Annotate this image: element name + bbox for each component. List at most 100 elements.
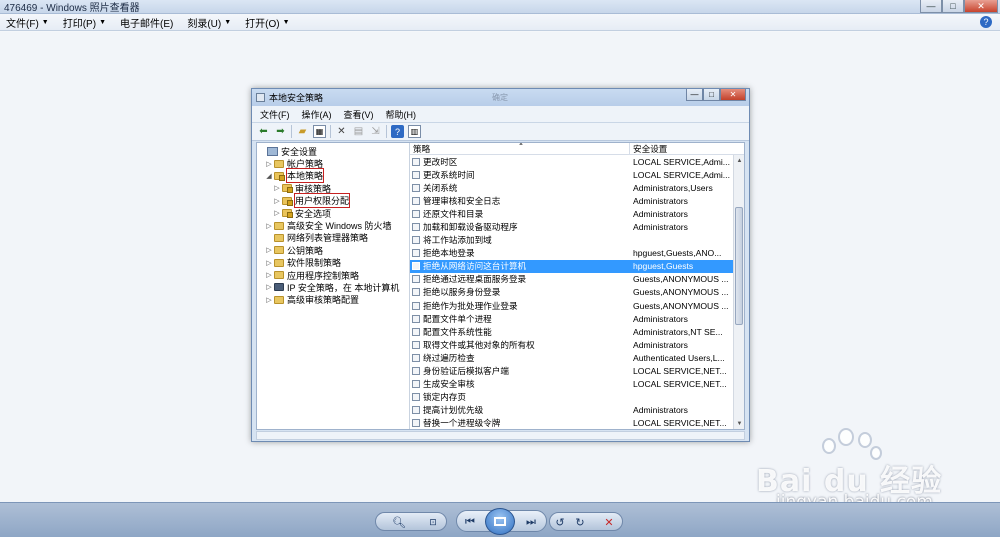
- policy-name: 将工作站添加到域: [423, 235, 492, 246]
- policy-row[interactable]: 更改系统时间 LOCAL SERVICE,Admi...: [410, 168, 737, 181]
- previous-icon[interactable]: ⏮: [461, 515, 479, 529]
- rotate-ccw-icon[interactable]: ↺: [552, 515, 568, 529]
- policy-row[interactable]: 还原文件和目录 Administrators: [410, 207, 737, 220]
- vertical-scrollbar[interactable]: ▲ ▼: [733, 155, 744, 429]
- chevron-down-icon: ▼: [99, 18, 106, 26]
- magnifier-icon[interactable]: 🔍︎: [388, 515, 410, 529]
- properties-icon[interactable]: ▤: [352, 125, 365, 138]
- policy-row[interactable]: 更改时区 LOCAL SERVICE,Admi...: [410, 155, 737, 168]
- viewer-menu-item[interactable]: 电子邮件(E): [120, 15, 173, 30]
- viewer-menu-item[interactable]: 文件(F) ▼: [6, 15, 49, 30]
- help-icon[interactable]: ?: [391, 125, 404, 138]
- policy-row[interactable]: 配置文件系统性能 Administrators,NT SE...: [410, 325, 737, 338]
- policy-row[interactable]: 取得文件或其他对象的所有权 Administrators: [410, 338, 737, 351]
- tree-item-label: 高级审核策略配置: [287, 295, 360, 306]
- policy-row[interactable]: 绕过遍历检查 Authenticated Users,L...: [410, 351, 737, 364]
- tree-item[interactable]: ▷ 帐户策略: [257, 157, 409, 169]
- policy-row[interactable]: 拒绝通过远程桌面服务登录 Guests,ANONYMOUS ...: [410, 273, 737, 286]
- tree-item[interactable]: ▷ 应用程序控制策略: [257, 269, 409, 281]
- menu-view[interactable]: 查看(V): [344, 108, 374, 121]
- tree-item[interactable]: ▷ 高级安全 Windows 防火墙: [257, 219, 409, 231]
- policy-name: 锁定内存页: [423, 392, 466, 403]
- policy-row[interactable]: 身份验证后模拟客户端 LOCAL SERVICE,NET...: [410, 365, 737, 378]
- policy-row[interactable]: 替换一个进程级令牌 LOCAL SERVICE,NET...: [410, 417, 737, 429]
- policy-row[interactable]: 配置文件单个进程 Administrators: [410, 312, 737, 325]
- maximize-button[interactable]: □: [942, 0, 964, 13]
- expand-arrow-icon[interactable]: ▷: [265, 246, 273, 254]
- policy-row[interactable]: 生成安全审核 LOCAL SERVICE,NET...: [410, 378, 737, 391]
- viewer-menu-item[interactable]: 打开(O) ▼: [245, 15, 289, 30]
- policy-row[interactable]: 提高计划优先级 Administrators: [410, 404, 737, 417]
- policy-row[interactable]: 关闭系统 Administrators,Users: [410, 181, 737, 194]
- policy-icon: [412, 223, 420, 232]
- tree-item[interactable]: ▷ 用户权限分配: [257, 193, 409, 209]
- tree-item[interactable]: ▷ 公钥策略: [257, 244, 409, 256]
- menu-action[interactable]: 操作(A): [302, 108, 332, 121]
- tree-item[interactable]: 网络列表管理器策略: [257, 232, 409, 244]
- expand-arrow-icon[interactable]: ▷: [273, 184, 281, 192]
- show-hide-tree-icon[interactable]: ▦: [313, 125, 326, 138]
- slideshow-button[interactable]: [485, 508, 515, 535]
- policy-name: 管理审核和安全日志: [423, 195, 501, 206]
- folder-lock-icon: [282, 184, 293, 194]
- inner-titlebar: 本地安全策略 确定 — □ ✕: [252, 89, 749, 106]
- expand-arrow-icon[interactable]: ▷: [265, 160, 273, 168]
- help-icon[interactable]: ?: [980, 16, 992, 28]
- tree-item[interactable]: ▷ 软件限制策略: [257, 257, 409, 269]
- menu-file[interactable]: 文件(F): [260, 108, 290, 121]
- tree-item[interactable]: ▷ IP 安全策略，在 本地计算机: [257, 281, 409, 293]
- chevron-down-icon: ▼: [224, 18, 232, 26]
- delete-icon[interactable]: ✕: [600, 515, 618, 529]
- close-button[interactable]: ✕: [964, 0, 998, 13]
- policy-row[interactable]: 拒绝作为批处理作业登录 Guests,ANONYMOUS ...: [410, 299, 737, 312]
- policy-row[interactable]: 拒绝本地登录 hpguest,Guests,ANO...: [410, 247, 737, 260]
- policy-row[interactable]: 拒绝以服务身份登录 Guests,ANONYMOUS ...: [410, 286, 737, 299]
- scroll-up-icon[interactable]: ▲: [735, 156, 744, 165]
- inner-maximize-button[interactable]: □: [703, 89, 720, 101]
- expand-arrow-icon[interactable]: ▷: [265, 283, 273, 291]
- policy-row[interactable]: 锁定内存页: [410, 391, 737, 404]
- forward-arrow-icon[interactable]: ➡: [274, 125, 287, 138]
- policy-row[interactable]: 拒绝从网络访问这台计算机 hpguest,Guests: [410, 259, 737, 273]
- policy-row[interactable]: 加载和卸载设备驱动程序 Administrators: [410, 220, 737, 233]
- inner-close-button[interactable]: ✕: [720, 89, 746, 101]
- column-header-setting[interactable]: 安全设置: [630, 143, 744, 154]
- viewer-menu-item[interactable]: 刻录(U) ▼: [187, 15, 231, 30]
- policy-cell: 将工作站添加到域: [410, 234, 630, 246]
- next-icon[interactable]: ⏭: [522, 515, 540, 529]
- policy-name: 拒绝从网络访问这台计算机: [423, 261, 527, 272]
- viewer-menu-item[interactable]: 打印(P) ▼: [63, 15, 106, 30]
- expand-arrow-icon[interactable]: ▷: [273, 197, 281, 205]
- policy-cell: 更改时区: [410, 156, 630, 168]
- tree-item[interactable]: ◢ 本地策略: [257, 168, 409, 184]
- scroll-down-icon[interactable]: ▼: [735, 419, 744, 428]
- minimize-button[interactable]: —: [920, 0, 942, 13]
- rotate-cw-icon[interactable]: ↻: [572, 515, 588, 529]
- policy-setting: hpguest,Guests,ANO...: [633, 248, 722, 259]
- inner-minimize-button[interactable]: —: [686, 89, 703, 101]
- menu-help[interactable]: 帮助(H): [386, 108, 417, 121]
- tree-item[interactable]: 安全设置: [257, 145, 409, 157]
- slideshow-icon: [494, 517, 506, 526]
- export-list-icon[interactable]: ⇲: [369, 125, 382, 138]
- fit-icon[interactable]: ⊡: [424, 515, 442, 529]
- policy-icon: [412, 340, 420, 349]
- expand-arrow-icon[interactable]: ◢: [265, 172, 273, 180]
- delete-icon[interactable]: ✕: [335, 125, 348, 138]
- expand-arrow-icon[interactable]: ▷: [273, 209, 281, 217]
- expand-arrow-icon[interactable]: ▷: [265, 259, 273, 267]
- scrollbar-thumb[interactable]: [735, 207, 743, 325]
- expand-arrow-icon[interactable]: ▷: [265, 222, 273, 230]
- policy-row[interactable]: 将工作站添加到域: [410, 234, 737, 247]
- expand-arrow-icon[interactable]: ▷: [265, 271, 273, 279]
- expand-arrow-icon[interactable]: ▷: [265, 296, 273, 304]
- tree-item[interactable]: ▷ 高级审核策略配置: [257, 294, 409, 306]
- tree-item[interactable]: ▷ 审核策略: [257, 182, 409, 194]
- policy-setting: Authenticated Users,L...: [633, 352, 725, 363]
- policy-row[interactable]: 管理审核和安全日志 Administrators: [410, 194, 737, 207]
- chevron-down-icon: ▼: [41, 18, 49, 26]
- up-folder-icon[interactable]: ▰: [296, 125, 309, 138]
- tree-item[interactable]: ▷ 安全选项: [257, 207, 409, 219]
- back-arrow-icon[interactable]: ⬅: [257, 125, 270, 138]
- table-view-icon[interactable]: ▥: [408, 125, 421, 138]
